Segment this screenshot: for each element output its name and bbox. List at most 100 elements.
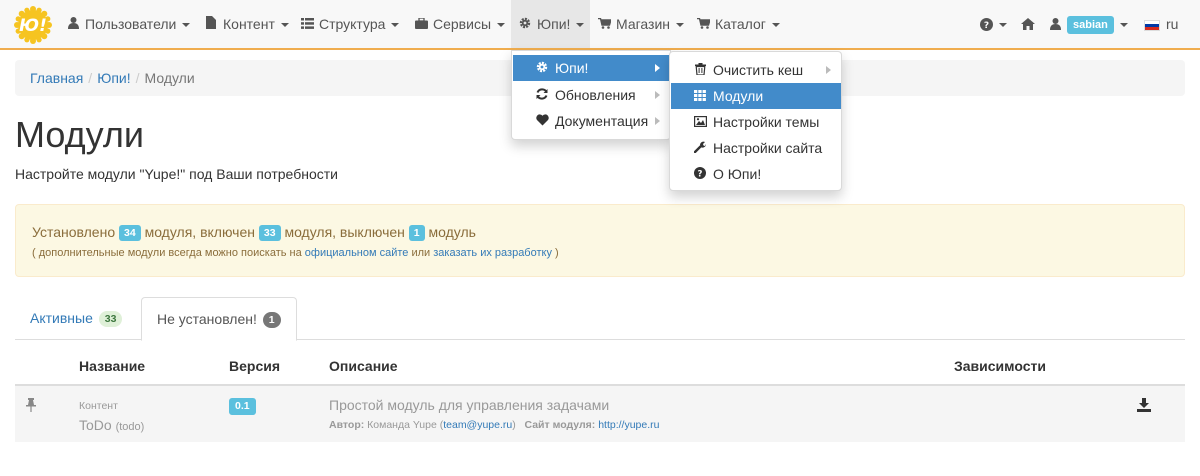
breadcrumb-separator: /	[135, 70, 140, 86]
help-menu[interactable]: ?	[980, 0, 1007, 48]
chevron-right-icon	[826, 66, 831, 74]
chevron-down-icon	[280, 23, 289, 28]
svg-text:Ю!: Ю!	[19, 16, 47, 36]
user-icon	[1050, 16, 1067, 32]
nav-shop-label: Магазин	[616, 16, 671, 32]
modules-word: модуль	[428, 224, 476, 240]
install-download-icon[interactable]	[1137, 398, 1151, 412]
nav-structure-label: Структура	[319, 16, 386, 32]
tab-active-label: Активные	[30, 310, 93, 326]
column-name[interactable]: Название	[79, 358, 145, 374]
hint-or: или	[411, 247, 431, 259]
chevron-right-icon	[655, 64, 660, 72]
page-title: Модули	[15, 114, 144, 155]
official-site-link[interactable]: официальном сайте	[305, 247, 409, 259]
tab-not-installed-count: 1	[262, 312, 281, 328]
column-version[interactable]: Версия	[229, 358, 280, 374]
picture-icon	[693, 109, 707, 135]
nav-services[interactable]: Сервисы	[414, 0, 506, 49]
module-category: Контент	[79, 400, 118, 412]
menu-item-yupi[interactable]: Юпи!	[513, 55, 670, 81]
chevron-down-icon	[576, 23, 585, 28]
question-icon: ?	[980, 16, 993, 32]
module-site-link[interactable]: http://yupe.ru	[598, 419, 659, 431]
module-version-badge: 0.1	[229, 398, 256, 415]
briefcase-icon	[414, 1, 428, 49]
module-id: (todo)	[115, 421, 145, 433]
order-development-link[interactable]: заказать их разработку	[433, 247, 552, 259]
gear-icon	[518, 1, 532, 49]
breadcrumb-parent[interactable]: Юпи!	[97, 70, 130, 86]
hint-text: ( дополнительные модули всегда можно пои…	[32, 247, 302, 259]
author-email-link[interactable]: team@yupe.ru	[443, 419, 512, 431]
chevron-down-icon	[999, 23, 1007, 28]
pin-icon	[26, 398, 36, 412]
menu-item-clear-cache[interactable]: Очистить кеш	[671, 57, 841, 83]
breadcrumb-current: Модули	[144, 70, 195, 86]
nav-structure[interactable]: Структура	[300, 0, 400, 49]
author-label: Автор:	[329, 419, 365, 431]
nav-yupi[interactable]: Юпи!	[511, 0, 590, 48]
tab-not-installed[interactable]: Не установлен! 1	[141, 297, 297, 341]
cart-icon	[696, 1, 711, 49]
nav-content[interactable]: Контент	[204, 0, 289, 48]
menu-item-docs[interactable]: Документация	[513, 108, 670, 134]
file-icon	[204, 1, 218, 49]
gear-icon	[535, 55, 549, 81]
menu-item-updates-label: Обновления	[555, 87, 636, 103]
disabled-count-badge: 1	[408, 225, 425, 241]
nav-users[interactable]: Пользователи	[66, 0, 191, 49]
menu-item-clear-cache-label: Очистить кеш	[713, 62, 804, 78]
heart-icon	[535, 108, 549, 134]
menu-item-site-settings[interactable]: Настройки сайта	[671, 135, 841, 161]
chevron-down-icon	[182, 23, 191, 28]
username-badge: sabian	[1067, 16, 1114, 35]
top-navbar: Ю! Пользователи Контент Структура Сервис…	[0, 0, 1200, 50]
trash-icon	[693, 57, 707, 83]
table-row	[15, 386, 1185, 442]
user-menu[interactable]: sabian	[1050, 0, 1128, 48]
hint-close: )	[555, 247, 559, 259]
tab-active-count: 33	[98, 311, 123, 327]
chevron-down-icon	[497, 23, 506, 28]
nav-catalog[interactable]: Каталог	[696, 0, 780, 48]
language-label: ru	[1166, 16, 1179, 32]
menu-item-site-settings-label: Настройки сайта	[713, 140, 823, 156]
column-description[interactable]: Описание	[329, 358, 398, 374]
menu-item-updates[interactable]: Обновления	[513, 82, 670, 108]
chevron-down-icon	[391, 23, 400, 28]
chevron-right-icon	[655, 91, 660, 99]
module-meta: Автор: Команда Yupe (team@yupe.ru) Сайт …	[329, 419, 660, 431]
wrench-icon	[693, 135, 707, 161]
enabled-label: модуля, включен	[144, 224, 255, 240]
yupe-logo[interactable]: Ю!	[14, 6, 52, 44]
menu-item-theme-settings[interactable]: Настройки темы	[671, 109, 841, 135]
module-tabs: Активные 33 Не установлен! 1	[15, 297, 1185, 341]
column-dependencies[interactable]: Зависимости	[954, 358, 1046, 374]
breadcrumb-home[interactable]: Главная	[30, 70, 83, 86]
nav-catalog-label: Каталог	[715, 16, 766, 32]
modules-summary-alert: Установлено 34 модуля, включен 33 модуля…	[15, 204, 1185, 277]
home-link[interactable]	[1021, 0, 1035, 48]
site-label: Сайт модуля:	[524, 419, 596, 431]
nav-services-label: Сервисы	[433, 16, 492, 32]
user-icon	[66, 1, 80, 49]
tab-active[interactable]: Активные 33	[15, 297, 137, 340]
nav-users-label: Пользователи	[85, 16, 177, 32]
cart-icon	[597, 1, 612, 49]
nav-shop[interactable]: Магазин	[597, 0, 685, 49]
disabled-label: модуля, выключен	[284, 224, 405, 240]
language-menu[interactable]: ru	[1144, 0, 1178, 48]
menu-item-modules-label: Модули	[713, 88, 764, 104]
page-subtitle: Настройте модули "Yupe!" под Ваши потреб…	[15, 166, 338, 182]
flag-ru-icon	[1144, 19, 1160, 31]
modules-summary: Установлено 34 модуля, включен 33 модуля…	[32, 221, 1168, 243]
refresh-icon	[535, 82, 549, 108]
list-icon	[300, 1, 314, 49]
tab-not-installed-label: Не установлен!	[157, 311, 257, 327]
breadcrumb-separator: /	[88, 70, 93, 86]
chevron-down-icon	[1119, 23, 1128, 28]
menu-item-modules[interactable]: Модули	[671, 83, 841, 109]
modules-hint: ( дополнительные модули всегда можно пои…	[32, 245, 1168, 261]
menu-item-about[interactable]: ? О Юпи!	[671, 161, 841, 187]
